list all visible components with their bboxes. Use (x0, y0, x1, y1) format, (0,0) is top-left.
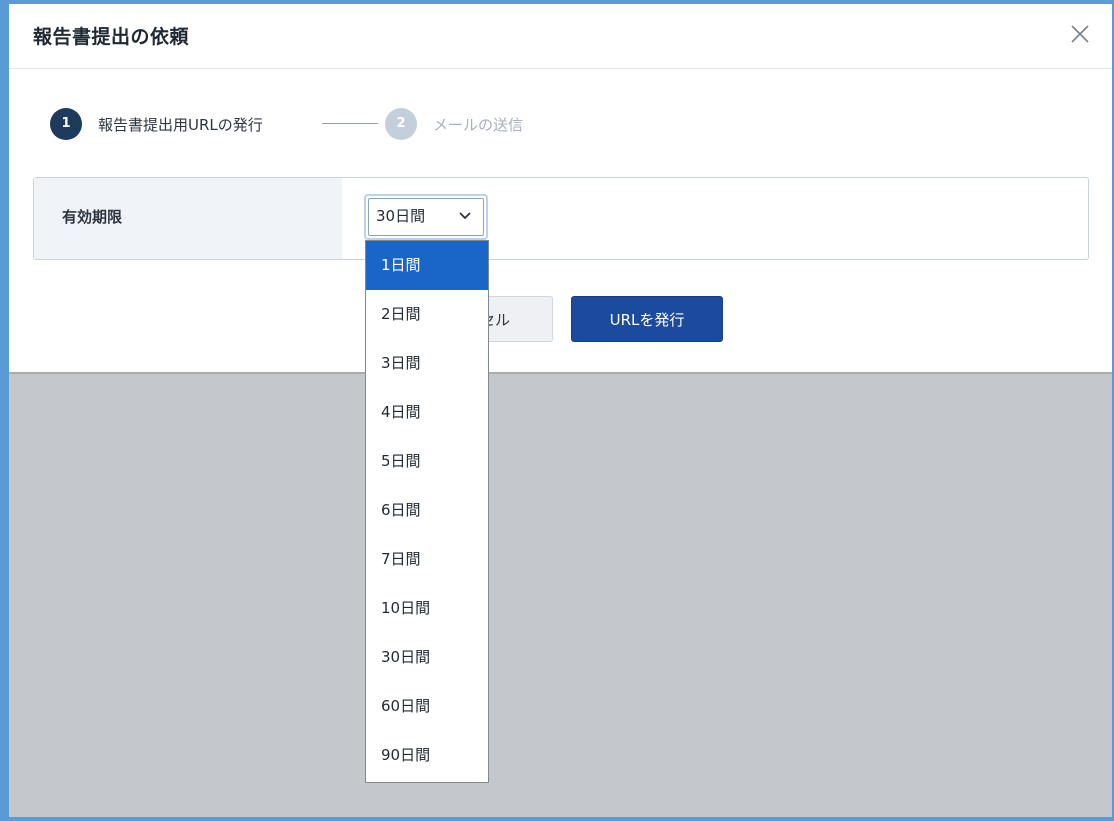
close-icon (1071, 25, 1089, 43)
step-1-label: 報告書提出用URLの発行 (98, 116, 263, 134)
dialog-header: 報告書提出の依頼 (9, 4, 1112, 69)
step-2-label: メールの送信 (433, 116, 524, 134)
expiry-form-row: 有効期限 30日間 (33, 177, 1089, 260)
app-frame: 報告書提出の依頼 1 報告書提出用URLの発行 2 メールの送信 有効期限 30… (0, 0, 1114, 821)
dropdown-option[interactable]: 6日間 (366, 486, 488, 535)
step-1-number: 1 (50, 108, 82, 140)
dropdown-option[interactable]: 90日間 (366, 731, 488, 780)
stepper: 1 報告書提出用URLの発行 2 メールの送信 (50, 108, 650, 140)
close-button[interactable] (1066, 20, 1094, 48)
dropdown-option[interactable]: 60日間 (366, 682, 488, 731)
dropdown-option[interactable]: 30日間 (366, 633, 488, 682)
report-request-dialog: 報告書提出の依頼 1 報告書提出用URLの発行 2 メールの送信 有効期限 30… (9, 4, 1112, 374)
step-2-number: 2 (385, 108, 417, 140)
expiry-select-value: 30日間 (376, 207, 426, 225)
chevron-down-icon (459, 212, 471, 220)
dropdown-option[interactable]: 1日間 (366, 241, 488, 290)
dropdown-option[interactable]: 2日間 (366, 290, 488, 339)
expiry-dropdown-list[interactable]: 1日間 2日間 3日間 4日間 5日間 6日間 7日間 10日間 30日間 60日間 90日間 (365, 240, 489, 783)
step-connector (322, 123, 378, 124)
expiry-label-cell: 有効期限 (34, 178, 342, 259)
expiry-label: 有効期限 (62, 208, 123, 226)
expiry-select[interactable]: 30日間 (364, 194, 488, 240)
issue-url-button[interactable]: URLを発行 (571, 296, 723, 342)
dropdown-option[interactable]: 7日間 (366, 535, 488, 584)
dialog-title: 報告書提出の依頼 (33, 26, 190, 48)
dropdown-option[interactable]: 10日間 (366, 584, 488, 633)
dropdown-option[interactable]: 4日間 (366, 388, 488, 437)
dropdown-option[interactable]: 5日間 (366, 437, 488, 486)
dropdown-option[interactable]: 3日間 (366, 339, 488, 388)
